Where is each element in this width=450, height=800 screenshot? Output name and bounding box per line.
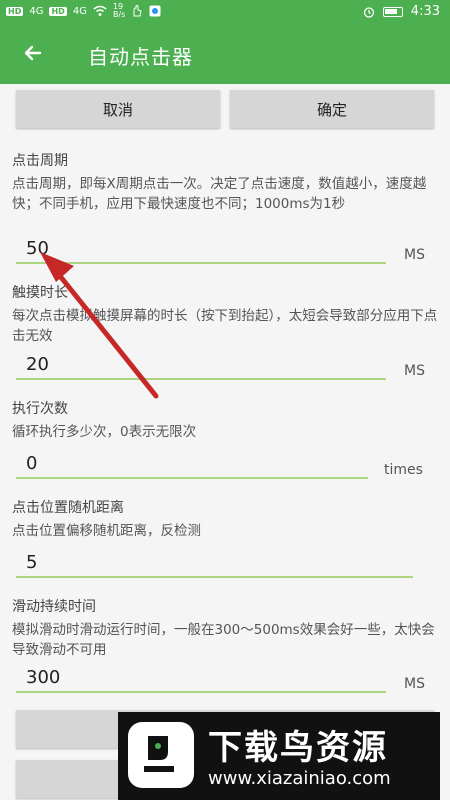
signal2-label: 4G bbox=[72, 5, 87, 17]
random-offset-label: 点击位置随机距离 bbox=[12, 500, 124, 516]
touch-duration-description: 每次点击模拟触摸屏幕的时长（按下到抬起），太短会导致部分应用下点击无效 bbox=[12, 308, 438, 344]
hand-icon bbox=[133, 5, 142, 17]
repeat-count-label: 执行次数 bbox=[12, 401, 68, 417]
swipe-duration-label: 滑动持续时间 bbox=[12, 599, 96, 615]
sim1-badge: HD bbox=[6, 6, 24, 16]
app-bar: 自动点击器 bbox=[0, 24, 450, 84]
status-time: 4:33 bbox=[410, 4, 440, 19]
alarm-icon bbox=[363, 6, 374, 18]
status-bar: HD 4G HD 4G 19 B/s 4:33 bbox=[0, 0, 450, 24]
confirm-button[interactable]: 确定 bbox=[230, 90, 434, 128]
click-period-input[interactable]: 50 bbox=[16, 236, 386, 264]
touch-duration-input[interactable]: 20 bbox=[16, 352, 386, 380]
touch-duration-unit: MS bbox=[404, 363, 425, 379]
watermark-banner: 下载鸟资源 www.xiazainiao.com bbox=[118, 712, 440, 800]
repeat-count-description: 循环执行多少次，0表示无限次 bbox=[12, 424, 197, 440]
page-title: 自动点击器 bbox=[88, 45, 193, 69]
app-icon bbox=[149, 5, 161, 17]
swipe-duration-description: 模拟滑动时滑动运行时间，一般在300～500ms效果会好一些，太快会导致滑动不可… bbox=[12, 622, 435, 658]
repeat-count-unit: times bbox=[384, 462, 423, 478]
speed-unit: B/s bbox=[112, 10, 126, 19]
click-period-label: 点击周期 bbox=[12, 153, 68, 169]
repeat-count-input[interactable]: 0 bbox=[16, 451, 368, 479]
bird-logo-icon bbox=[128, 722, 194, 788]
click-period-unit: MS bbox=[404, 247, 425, 263]
sim2-badge: HD bbox=[49, 6, 67, 16]
watermark-url: www.xiazainiao.com bbox=[208, 768, 391, 789]
touch-duration-label: 触摸时长 bbox=[12, 285, 68, 301]
watermark-title: 下载鸟资源 bbox=[208, 728, 388, 768]
random-offset-description: 点击位置偏移随机距离，反检测 bbox=[12, 523, 201, 539]
swipe-duration-unit: MS bbox=[404, 676, 425, 692]
random-offset-input[interactable]: 5 bbox=[16, 550, 413, 578]
settings-content[interactable]: 取消 确定 点击周期 点击周期，即每X周期点击一次。决定了点击速度，数值越小，速… bbox=[0, 84, 450, 800]
swipe-duration-input[interactable]: 300 bbox=[16, 665, 386, 693]
cancel-button[interactable]: 取消 bbox=[16, 90, 220, 128]
wifi-icon bbox=[93, 5, 107, 16]
click-period-description: 点击周期，即每X周期点击一次。决定了点击速度，数值越小，速度越快；不同手机，应用… bbox=[12, 176, 427, 212]
battery-icon bbox=[382, 6, 403, 17]
signal1-label: 4G bbox=[29, 5, 44, 17]
arrow-left-icon[interactable] bbox=[18, 38, 48, 68]
